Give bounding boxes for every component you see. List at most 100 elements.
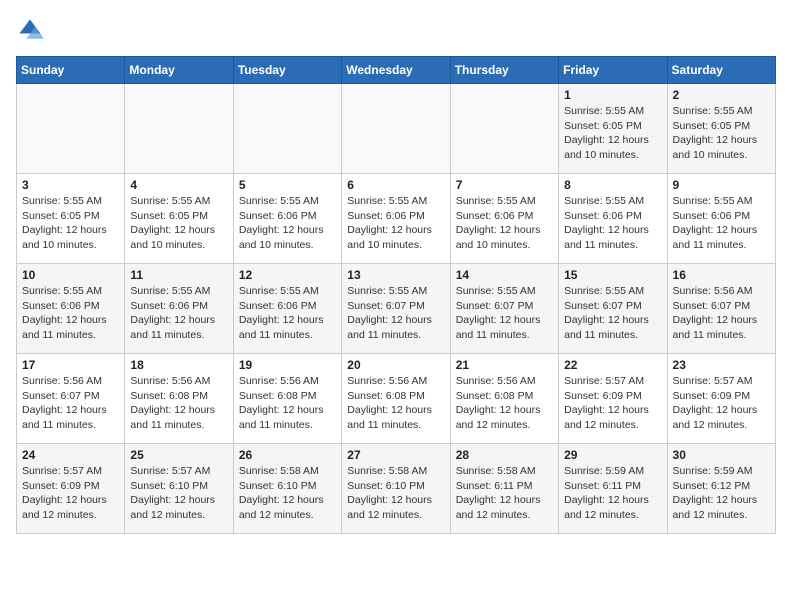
weekday-header-friday: Friday [559,57,667,84]
calendar-cell [450,84,558,174]
calendar-cell: 12 Sunrise: 5:55 AM Sunset: 6:06 PM Dayli… [233,264,341,354]
calendar-cell: 29Sunrise: 5:59 AM Sunset: 6:11 PM Dayli… [559,444,667,534]
day-number: 10 [22,268,119,282]
logo [16,16,48,44]
day-info: Sunrise: 5:55 AM Sunset: 6:05 PM Dayligh… [22,194,119,253]
calendar-cell: 1 Sunrise: 5:55 AM Sunset: 6:05 PM Daylig… [559,84,667,174]
day-number: 3 [22,178,119,192]
weekday-header-tuesday: Tuesday [233,57,341,84]
calendar-cell: 25 Sunrise: 5:57 AM Sunset: 6:10 PM Dayli… [125,444,233,534]
day-info: Sunrise: 5:56 AM Sunset: 6:08 PM Dayligh… [456,374,553,433]
day-info: Sunrise: 5:55 AM Sunset: 6:06 PM Dayligh… [673,194,770,253]
calendar-cell: 19 Sunrise: 5:56 AM Sunset: 6:08 PM Dayli… [233,354,341,444]
calendar-table: SundayMondayTuesdayWednesdayThursdayFrid… [16,56,776,534]
day-info: Sunrise: 5:56 AM Sunset: 6:07 PM Dayligh… [673,284,770,343]
weekday-header-sunday: Sunday [17,57,125,84]
day-info: Sunrise: 5:56 AM Sunset: 6:07 PM Dayligh… [22,374,119,433]
calendar-cell: 22 Sunrise: 5:57 AM Sunset: 6:09 PM Dayli… [559,354,667,444]
calendar-cell: 15 Sunrise: 5:55 AM Sunset: 6:07 PM Dayli… [559,264,667,354]
calendar-cell [17,84,125,174]
weekday-header-row: SundayMondayTuesdayWednesdayThursdayFrid… [17,57,776,84]
day-info: Sunrise: 5:58 AM Sunset: 6:10 PM Dayligh… [347,464,444,523]
weekday-header-thursday: Thursday [450,57,558,84]
day-info: Sunrise: 5:57 AM Sunset: 6:10 PM Dayligh… [130,464,227,523]
calendar-cell: 3 Sunrise: 5:55 AM Sunset: 6:05 PM Daylig… [17,174,125,264]
day-number: 25 [130,448,227,462]
weekday-header-monday: Monday [125,57,233,84]
day-number: 23 [673,358,770,372]
day-info: Sunrise: 5:56 AM Sunset: 6:08 PM Dayligh… [239,374,336,433]
calendar-cell: 17 Sunrise: 5:56 AM Sunset: 6:07 PM Dayli… [17,354,125,444]
day-number: 20 [347,358,444,372]
calendar-cell: 2Sunrise: 5:55 AM Sunset: 6:05 PM Daylig… [667,84,775,174]
calendar-cell: 7Sunrise: 5:55 AM Sunset: 6:06 PM Daylig… [450,174,558,264]
day-number: 29 [564,448,661,462]
day-number: 9 [673,178,770,192]
calendar-cell: 9 Sunrise: 5:55 AM Sunset: 6:06 PM Daylig… [667,174,775,264]
day-info: Sunrise: 5:56 AM Sunset: 6:08 PM Dayligh… [130,374,227,433]
page-header [16,16,776,44]
day-number: 16 [673,268,770,282]
day-number: 22 [564,358,661,372]
day-number: 26 [239,448,336,462]
day-number: 18 [130,358,227,372]
day-number: 8 [564,178,661,192]
calendar-cell [342,84,450,174]
day-info: Sunrise: 5:55 AM Sunset: 6:06 PM Dayligh… [130,284,227,343]
day-number: 12 [239,268,336,282]
calendar-header: SundayMondayTuesdayWednesdayThursdayFrid… [17,57,776,84]
day-number: 28 [456,448,553,462]
calendar-cell [125,84,233,174]
day-number: 14 [456,268,553,282]
day-number: 21 [456,358,553,372]
calendar-cell: 13 Sunrise: 5:55 AM Sunset: 6:07 PM Dayli… [342,264,450,354]
day-info: Sunrise: 5:59 AM Sunset: 6:12 PM Dayligh… [673,464,770,523]
day-info: Sunrise: 5:55 AM Sunset: 6:07 PM Dayligh… [456,284,553,343]
day-info: Sunrise: 5:57 AM Sunset: 6:09 PM Dayligh… [564,374,661,433]
calendar-cell: 20 Sunrise: 5:56 AM Sunset: 6:08 PM Dayli… [342,354,450,444]
weekday-header-saturday: Saturday [667,57,775,84]
day-info: Sunrise: 5:57 AM Sunset: 6:09 PM Dayligh… [22,464,119,523]
calendar-week-1: 1 Sunrise: 5:55 AM Sunset: 6:05 PM Daylig… [17,84,776,174]
day-number: 15 [564,268,661,282]
day-info: Sunrise: 5:55 AM Sunset: 6:05 PM Dayligh… [130,194,227,253]
day-info: Sunrise: 5:55 AM Sunset: 6:05 PM Dayligh… [564,104,661,163]
logo-icon [16,16,44,44]
calendar-cell: 14 Sunrise: 5:55 AM Sunset: 6:07 PM Dayli… [450,264,558,354]
weekday-header-wednesday: Wednesday [342,57,450,84]
day-info: Sunrise: 5:55 AM Sunset: 6:06 PM Dayligh… [347,194,444,253]
day-number: 19 [239,358,336,372]
calendar-cell: 21 Sunrise: 5:56 AM Sunset: 6:08 PM Dayli… [450,354,558,444]
day-number: 2 [673,88,770,102]
day-number: 13 [347,268,444,282]
calendar-cell: 27 Sunrise: 5:58 AM Sunset: 6:10 PM Dayli… [342,444,450,534]
calendar-cell: 26Sunrise: 5:58 AM Sunset: 6:10 PM Dayli… [233,444,341,534]
calendar-cell: 28 Sunrise: 5:58 AM Sunset: 6:11 PM Dayli… [450,444,558,534]
calendar-cell: 11Sunrise: 5:55 AM Sunset: 6:06 PM Dayli… [125,264,233,354]
calendar-cell: 24Sunrise: 5:57 AM Sunset: 6:09 PM Dayli… [17,444,125,534]
calendar-body: 1 Sunrise: 5:55 AM Sunset: 6:05 PM Daylig… [17,84,776,534]
day-number: 7 [456,178,553,192]
calendar-week-3: 10 Sunrise: 5:55 AM Sunset: 6:06 PM Dayli… [17,264,776,354]
day-number: 1 [564,88,661,102]
day-number: 17 [22,358,119,372]
calendar-cell: 10Sunrise: 5:55 AM Sunset: 6:06 PM Dayli… [17,264,125,354]
calendar-cell: 8Sunrise: 5:55 AM Sunset: 6:06 PM Daylig… [559,174,667,264]
calendar-cell: 16 Sunrise: 5:56 AM Sunset: 6:07 PM Dayli… [667,264,775,354]
day-number: 27 [347,448,444,462]
day-info: Sunrise: 5:55 AM Sunset: 6:06 PM Dayligh… [239,194,336,253]
calendar-cell: 18 Sunrise: 5:56 AM Sunset: 6:08 PM Dayli… [125,354,233,444]
calendar-week-2: 3 Sunrise: 5:55 AM Sunset: 6:05 PM Daylig… [17,174,776,264]
day-info: Sunrise: 5:56 AM Sunset: 6:08 PM Dayligh… [347,374,444,433]
calendar-week-5: 24Sunrise: 5:57 AM Sunset: 6:09 PM Dayli… [17,444,776,534]
calendar-week-4: 17 Sunrise: 5:56 AM Sunset: 6:07 PM Dayli… [17,354,776,444]
day-info: Sunrise: 5:55 AM Sunset: 6:06 PM Dayligh… [239,284,336,343]
day-number: 30 [673,448,770,462]
day-info: Sunrise: 5:55 AM Sunset: 6:07 PM Dayligh… [564,284,661,343]
day-info: Sunrise: 5:55 AM Sunset: 6:07 PM Dayligh… [347,284,444,343]
calendar-cell [233,84,341,174]
calendar-cell: 5 Sunrise: 5:55 AM Sunset: 6:06 PM Daylig… [233,174,341,264]
calendar-cell: 30 Sunrise: 5:59 AM Sunset: 6:12 PM Dayli… [667,444,775,534]
day-info: Sunrise: 5:58 AM Sunset: 6:11 PM Dayligh… [456,464,553,523]
day-number: 5 [239,178,336,192]
